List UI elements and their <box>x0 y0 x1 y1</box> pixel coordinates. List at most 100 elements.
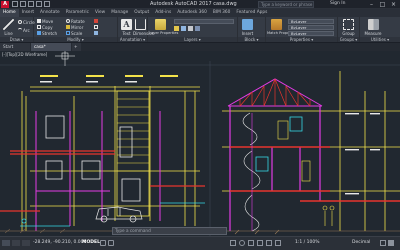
layout2-tab-icon[interactable] <box>22 240 30 246</box>
fillet-icon <box>94 25 98 29</box>
layer-tools <box>174 26 200 31</box>
match-properties-label: Match Properties <box>267 31 298 35</box>
autocad-logo-icon[interactable]: A <box>1 1 9 8</box>
layers-panel-title[interactable]: Layers ▾ <box>148 37 237 42</box>
scale-icon <box>66 31 70 35</box>
menu-icon[interactable] <box>388 240 394 246</box>
polar-icon[interactable] <box>239 240 245 246</box>
copy-label: Copy <box>42 24 53 30</box>
drafting-toggles <box>100 240 116 246</box>
group-button[interactable]: Group <box>341 19 356 36</box>
draw-panel-title[interactable]: Draw ▾ <box>0 37 33 42</box>
measure-button[interactable]: Measure <box>364 19 382 36</box>
modify-panel-title[interactable]: Modify ▾ <box>34 37 117 42</box>
utilities-panel-title[interactable]: Utilities ▾ <box>360 37 400 42</box>
layer-lock-icon[interactable] <box>188 26 193 31</box>
lineweight-dropdown[interactable]: ByLayer <box>288 31 334 36</box>
array-button[interactable] <box>94 30 99 36</box>
arc-label: Arc <box>23 27 30 33</box>
circle-button[interactable]: Circle <box>18 19 35 25</box>
customize-icon[interactable] <box>380 240 386 246</box>
sign-in-link[interactable]: Sign In <box>330 1 345 6</box>
new-file-icon[interactable] <box>12 1 18 7</box>
save-icon[interactable] <box>28 1 34 7</box>
groups-panel-title[interactable]: Groups ▾ <box>338 37 359 42</box>
tab-autodesk-360[interactable]: Autodesk 360 <box>174 9 210 17</box>
command-input[interactable]: Type a command <box>112 227 227 235</box>
layer-freeze-icon[interactable] <box>181 26 186 31</box>
layer-dropdown[interactable] <box>174 19 234 24</box>
copy-icon <box>37 25 41 29</box>
snap-icon[interactable] <box>108 240 114 246</box>
match-properties-button[interactable]: Match Properties <box>267 19 298 35</box>
tab-add-ins[interactable]: Add-ins <box>152 9 174 17</box>
dimension-icon <box>135 19 146 30</box>
circle-icon <box>18 20 22 24</box>
arc-button[interactable]: Arc <box>18 27 30 33</box>
ortho-icon[interactable] <box>230 240 236 246</box>
units-decimal[interactable]: Decimal <box>352 240 370 245</box>
annotation-panel-title[interactable]: Annotation ▾ <box>118 37 147 42</box>
dimension-button[interactable]: Dimension <box>133 19 155 36</box>
text-icon: A <box>121 19 132 30</box>
tab-home[interactable]: Home <box>0 9 19 17</box>
layout1-tab-icon[interactable] <box>12 240 20 246</box>
tab-insert[interactable]: Insert <box>19 9 37 17</box>
lineweight-icon[interactable] <box>266 240 272 246</box>
new-tab-icon[interactable]: + <box>72 43 81 51</box>
dimension-label: Dimension <box>133 31 155 36</box>
ribbon-tabs: Home Insert Annotate Parametric View Man… <box>0 9 400 17</box>
tab-manage[interactable]: Manage <box>108 9 131 17</box>
tab-view[interactable]: View <box>92 9 108 17</box>
transparency-icon[interactable] <box>275 240 281 246</box>
stretch-button[interactable]: Stretch <box>37 30 57 36</box>
layer-properties-button[interactable]: Layer Properties <box>149 19 179 35</box>
maximize-icon[interactable]: □ <box>377 0 388 9</box>
status-right-icons <box>380 240 394 246</box>
insert-button[interactable]: Insert <box>240 19 255 36</box>
line-icon <box>3 19 14 30</box>
minimize-icon[interactable]: – <box>366 0 377 9</box>
open-file-icon[interactable] <box>20 1 26 7</box>
text-button[interactable]: A Text <box>119 19 134 36</box>
layer-properties-label: Layer Properties <box>149 31 179 35</box>
scale-button[interactable]: Scale <box>66 30 82 36</box>
redo-icon[interactable] <box>44 1 50 7</box>
block-panel-title[interactable]: Block ▾ <box>238 37 265 42</box>
tab-output[interactable]: Output <box>131 9 152 17</box>
tab-parametric[interactable]: Parametric <box>63 9 92 17</box>
draw-panel: Line Circle Arc Draw ▾ <box>0 17 35 42</box>
grid-icon[interactable] <box>100 240 106 246</box>
layout-tabs <box>2 240 30 246</box>
line-button[interactable]: Line <box>1 19 16 36</box>
model-space-button[interactable]: MODEL <box>82 240 100 245</box>
drawing-canvas[interactable]: [-][Top][2D Wireframe] <box>0 51 400 236</box>
tab-start[interactable]: Start <box>0 43 30 51</box>
insert-label: Insert <box>241 31 254 36</box>
layer-match-icon[interactable] <box>195 26 200 31</box>
left-elevation <box>0 75 210 234</box>
search-input[interactable]: Type a keyword or phrase <box>258 1 314 8</box>
tab-bim-360[interactable]: BIM 360 <box>210 9 234 17</box>
ribbon-panel: Line Circle Arc Draw ▾ Move Copy Stretch… <box>0 17 400 42</box>
tab-drawing[interactable]: casa* <box>31 43 71 51</box>
linetype-dropdown[interactable]: ByLayer <box>288 25 334 30</box>
layer-on-icon[interactable] <box>174 26 179 31</box>
status-bar: -28.249, -90.210, 0.000 MODEL 1:1 / 100%… <box>0 236 400 250</box>
annotation-scale[interactable]: 1:1 / 100% <box>295 240 319 245</box>
properties-panel-title[interactable]: Properties ▾ <box>266 37 337 42</box>
osnap-icon[interactable] <box>248 240 254 246</box>
tab-featured-apps[interactable]: Featured Apps <box>233 9 270 17</box>
close-icon[interactable]: × <box>388 0 399 9</box>
layers-panel: Layer Properties Layers ▾ <box>148 17 238 42</box>
model-tab-icon[interactable] <box>2 240 10 246</box>
otrack-icon[interactable] <box>257 240 263 246</box>
car-sketch <box>95 206 143 223</box>
tab-annotate[interactable]: Annotate <box>37 9 63 17</box>
stretch-label: Stretch <box>42 30 58 36</box>
undo-icon[interactable] <box>36 1 42 7</box>
window-controls: – □ × <box>366 0 399 9</box>
color-dropdown[interactable]: ByLayer <box>288 19 334 24</box>
group-label: Group <box>342 31 355 36</box>
groups-panel: Group Groups ▾ <box>338 17 360 42</box>
